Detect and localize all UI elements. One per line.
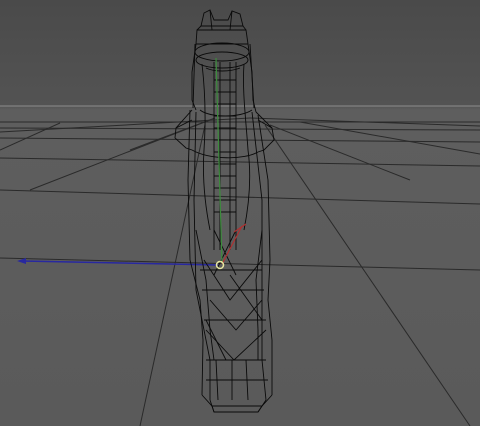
y-axis-line [215,57,223,265]
wireframe-mesh[interactable] [174,9,275,413]
x-axis-line [221,223,247,265]
3d-viewport[interactable] [0,0,480,426]
scene-canvas[interactable] [0,0,480,426]
